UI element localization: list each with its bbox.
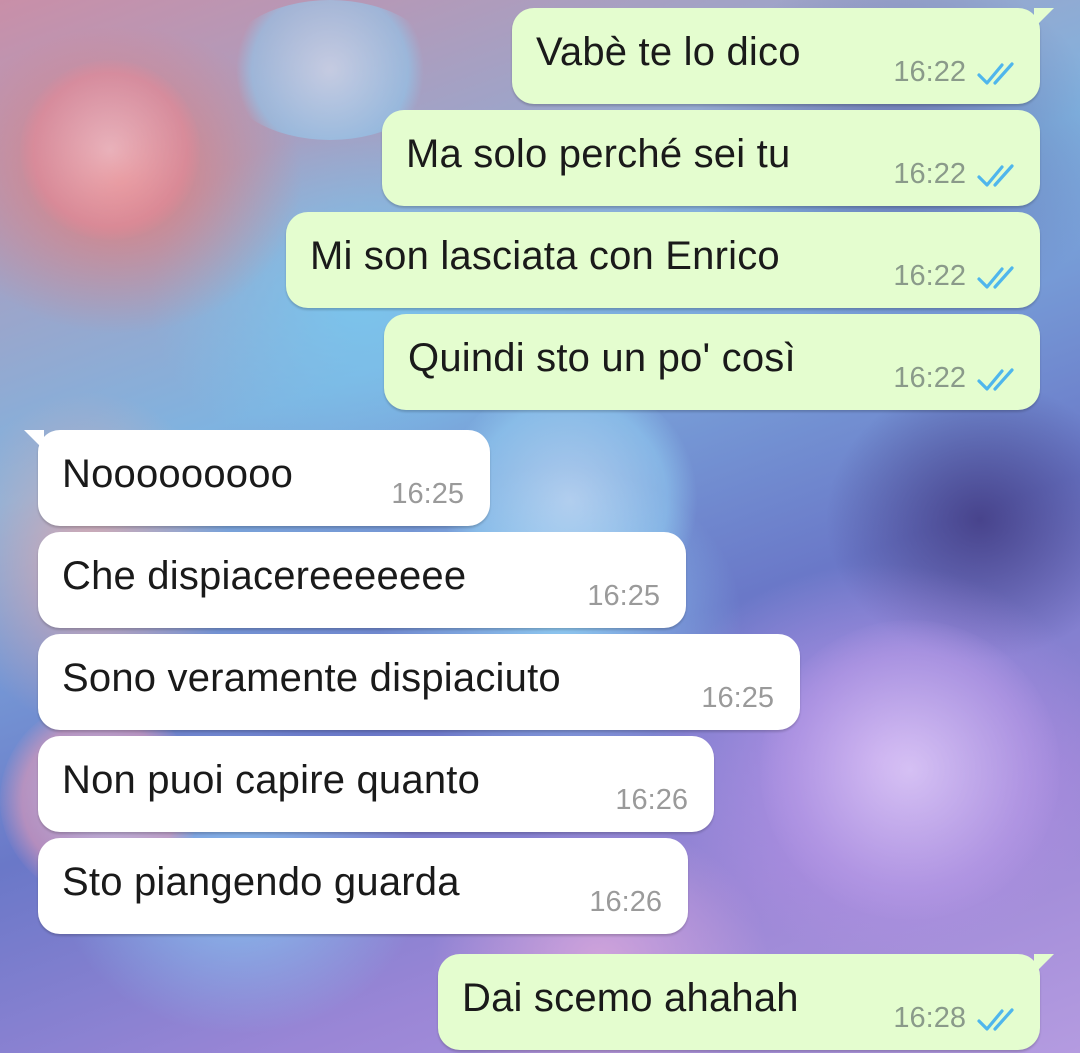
message-time: 16:26 <box>589 886 662 918</box>
double-check-icon <box>977 266 1014 289</box>
message-bubble-outgoing[interactable]: Mi son lasciata con Enrico 16:22 <box>286 212 1040 308</box>
message-text: Sono veramente dispiaciuto <box>62 656 561 700</box>
message-bubble-incoming[interactable]: Nooooooooo 16:25 <box>24 430 490 526</box>
message-time: 16:25 <box>391 478 464 510</box>
message-time: 16:25 <box>587 580 660 612</box>
double-check-icon <box>977 1008 1014 1031</box>
double-check-icon <box>977 164 1014 187</box>
message-time: 16:22 <box>893 362 966 394</box>
message-time: 16:22 <box>893 158 966 190</box>
message-text: Non puoi capire quanto <box>62 758 481 802</box>
message-bubble-incoming[interactable]: Non puoi capire quanto 16:26 <box>38 736 714 832</box>
double-check-icon <box>977 368 1014 391</box>
message-bubble-incoming[interactable]: Che dispiacereeeeeee 16:25 <box>38 532 686 628</box>
message-text: Vabè te lo dico <box>536 30 801 74</box>
bubble-tail <box>1034 8 1054 28</box>
message-time: 16:25 <box>701 682 774 714</box>
message-bubble-incoming[interactable]: Sono veramente dispiaciuto 16:25 <box>38 634 800 730</box>
message-text: Ma solo perché sei tu <box>406 132 791 176</box>
message-bubble-outgoing[interactable]: Ma solo perché sei tu 16:22 <box>382 110 1040 206</box>
message-time: 16:28 <box>893 1002 966 1034</box>
message-bubble-outgoing[interactable]: Quindi sto un po' così 16:22 <box>384 314 1040 410</box>
message-bubble-outgoing[interactable]: Vabè te lo dico 16:22 <box>512 8 1054 104</box>
message-time: 16:26 <box>615 784 688 816</box>
message-text: Nooooooooo <box>62 452 294 496</box>
message-text: Dai scemo ahahah <box>462 976 799 1020</box>
message-text: Quindi sto un po' così <box>408 336 796 380</box>
message-text: Sto piangendo guarda <box>62 860 460 904</box>
bubble-tail <box>24 430 44 450</box>
bubble-tail <box>1034 954 1054 974</box>
message-bubble-incoming[interactable]: Sto piangendo guarda 16:26 <box>38 838 688 934</box>
message-time: 16:22 <box>893 260 966 292</box>
message-text: Mi son lasciata con Enrico <box>310 234 780 278</box>
message-text: Che dispiacereeeeeee <box>62 554 467 598</box>
message-bubble-outgoing[interactable]: Dai scemo ahahah 16:28 <box>438 954 1054 1050</box>
double-check-icon <box>977 62 1014 85</box>
message-list[interactable]: Vabè te lo dico 16:22 Ma solo perché sei… <box>0 0 1080 1053</box>
message-time: 16:22 <box>893 56 966 88</box>
